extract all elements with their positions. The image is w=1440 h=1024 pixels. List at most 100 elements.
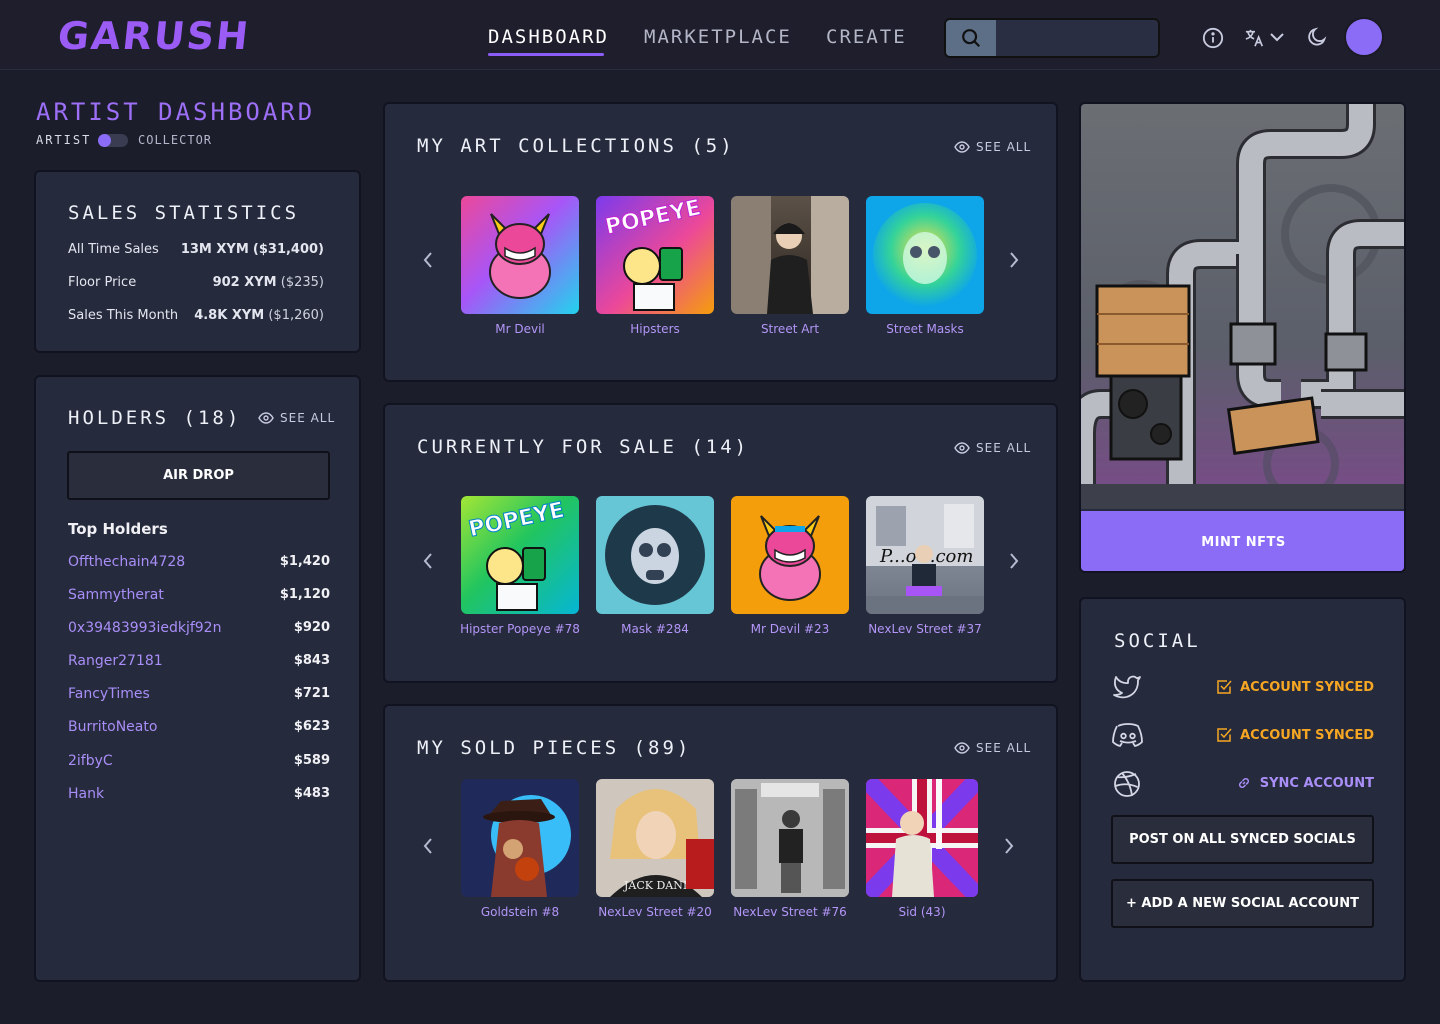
sale-thumb-mr-devil[interactable]	[731, 496, 849, 614]
holder-row[interactable]: Ranger27181 $843	[68, 653, 330, 669]
street-photo-artwork: P...ow.com	[866, 496, 984, 614]
see-all-label: SEE ALL	[976, 741, 1032, 755]
airdrop-button[interactable]: AIR DROP	[67, 451, 330, 500]
link-icon	[1238, 777, 1249, 789]
search-button[interactable]	[946, 20, 996, 56]
chevron-right-icon[interactable]	[1008, 250, 1020, 276]
stat-value: 902 XYM	[212, 275, 277, 290]
holder-name: Ranger27181	[68, 653, 163, 669]
holder-row[interactable]: Sammytherat $1,120	[68, 587, 330, 603]
for-sale-title: CURRENTLY FOR SALE (14)	[417, 436, 750, 458]
toggle-knob	[98, 134, 111, 147]
translate-icon[interactable]	[1244, 28, 1266, 48]
holder-value: $843	[293, 653, 330, 668]
sale-label: Hipster Popeye #78	[460, 622, 580, 636]
holder-row[interactable]: Hank $483	[68, 786, 330, 802]
sale-label: NexLev Street #37	[868, 622, 982, 636]
stat-label: Floor Price	[68, 275, 137, 290]
moon-icon[interactable]	[1306, 26, 1328, 48]
holder-row[interactable]: FancyTimes $721	[68, 686, 330, 702]
holder-name: Sammytherat	[68, 587, 164, 603]
discord-status[interactable]: ACCOUNT SYNCED	[1216, 727, 1374, 743]
holder-name: Offthechain4728	[68, 554, 186, 570]
toggle-label-collector: COLLECTOR	[138, 133, 213, 147]
logo[interactable]: GARUSH	[56, 14, 253, 58]
mask-artwork	[873, 203, 977, 307]
sold-label: Goldstein #8	[480, 905, 560, 919]
collection-thumb-mr-devil[interactable]	[461, 196, 579, 314]
see-all-label: SEE ALL	[280, 411, 336, 425]
for-sale-see-all[interactable]: SEE ALL	[954, 441, 1031, 455]
avatar[interactable]	[1344, 17, 1384, 57]
dribbble-status[interactable]: SYNC ACCOUNT	[1236, 775, 1374, 791]
mask-artwork	[605, 505, 705, 605]
holder-row[interactable]: Offthechain4728 $1,420	[68, 554, 330, 570]
sale-thumb-mask[interactable]	[596, 496, 714, 614]
nav-dashboard[interactable]: DASHBOARD	[488, 26, 609, 48]
collections-title: MY ART COLLECTIONS (5)	[417, 135, 735, 157]
holder-name: 0x39483993iedkjf92n	[68, 620, 222, 636]
collection-thumb-hipsters[interactable]: POPEYE	[596, 196, 714, 314]
search-bar	[944, 18, 1160, 58]
sold-label: NexLev Street #76	[733, 905, 847, 919]
discord-icon	[1112, 723, 1143, 748]
sale-thumb-nexlev-street[interactable]: P...ow.com	[866, 496, 984, 614]
stat-label: Sales This Month	[68, 308, 179, 323]
search-icon	[962, 29, 981, 48]
nav-marketplace[interactable]: MARKETPLACE	[644, 26, 792, 48]
stat-row: Floor Price 902 XYM ($235)	[68, 275, 324, 290]
see-all-label: SEE ALL	[976, 140, 1032, 154]
holder-value: $623	[293, 719, 330, 734]
eye-icon	[954, 742, 970, 754]
sale-label: Mask #284	[621, 622, 689, 636]
chevron-left-icon[interactable]	[422, 836, 434, 862]
artist-collector-toggle[interactable]	[98, 134, 128, 147]
holder-value: $589	[293, 753, 330, 768]
collection-thumb-street-art[interactable]	[731, 196, 849, 314]
search-input[interactable]	[996, 20, 1158, 56]
holders-see-all[interactable]: SEE ALL	[258, 411, 335, 425]
stat-sub: ($31,400)	[252, 242, 324, 257]
holder-row[interactable]: BurritoNeato $623	[68, 719, 330, 735]
sold-thumb-sid[interactable]	[866, 779, 978, 897]
holder-value: $920	[293, 620, 330, 635]
street-photo-artwork	[731, 779, 849, 897]
chevron-left-icon[interactable]	[422, 551, 434, 577]
twitter-status[interactable]: ACCOUNT SYNCED	[1216, 679, 1374, 695]
collection-thumb-street-masks[interactable]	[866, 196, 984, 314]
sold-see-all[interactable]: SEE ALL	[954, 741, 1031, 755]
eye-icon	[954, 442, 970, 454]
eye-icon	[954, 141, 970, 153]
sold-thumb-goldstein[interactable]	[461, 779, 579, 897]
twitter-status-label: ACCOUNT SYNCED	[1240, 679, 1374, 695]
page-title: ARTIST DASHBOARD	[36, 98, 316, 126]
stat-sub: ($235)	[280, 275, 324, 290]
for-sale-panel: CURRENTLY FOR SALE (14) SEE ALL POPEYE H…	[383, 403, 1058, 683]
nav-create[interactable]: CREATE	[826, 26, 907, 48]
chevron-right-icon[interactable]	[1003, 836, 1015, 862]
sold-thumb-nexlev-street-20[interactable]: JACK DANIEL'S	[596, 779, 714, 897]
collections-see-all[interactable]: SEE ALL	[954, 140, 1031, 154]
sale-thumb-hipster-popeye[interactable]: POPEYE	[461, 496, 579, 614]
holder-name: FancyTimes	[68, 686, 150, 702]
discord-status-label: ACCOUNT SYNCED	[1240, 727, 1374, 743]
chevron-down-icon[interactable]	[1270, 32, 1284, 42]
stat-label: All Time Sales	[68, 242, 159, 257]
add-social-account-button[interactable]: + ADD A NEW SOCIAL ACCOUNT	[1111, 879, 1374, 928]
mint-nfts-button[interactable]: MINT NFTS	[1081, 511, 1404, 571]
popeye-artwork: POPEYE	[466, 497, 567, 611]
holder-value: $483	[293, 786, 330, 801]
eye-icon	[258, 412, 274, 424]
info-icon[interactable]	[1202, 27, 1224, 49]
holder-value: $721	[293, 686, 330, 701]
chevron-left-icon[interactable]	[422, 250, 434, 276]
collection-label: Street Art	[760, 322, 820, 336]
social-row-discord: ACCOUNT SYNCED	[1112, 721, 1374, 751]
post-all-socials-button[interactable]: POST ON ALL SYNCED SOCIALS	[1111, 815, 1374, 864]
holder-row[interactable]: 0x39483993iedkjf92n $920	[68, 620, 330, 636]
sold-thumb-nexlev-street-76[interactable]	[731, 779, 849, 897]
social-row-dribbble: SYNC ACCOUNT	[1112, 769, 1374, 799]
holder-row[interactable]: 2ifbyC $589	[68, 753, 330, 769]
sales-title: SALES STATISTICS	[68, 202, 300, 224]
chevron-right-icon[interactable]	[1008, 551, 1020, 577]
